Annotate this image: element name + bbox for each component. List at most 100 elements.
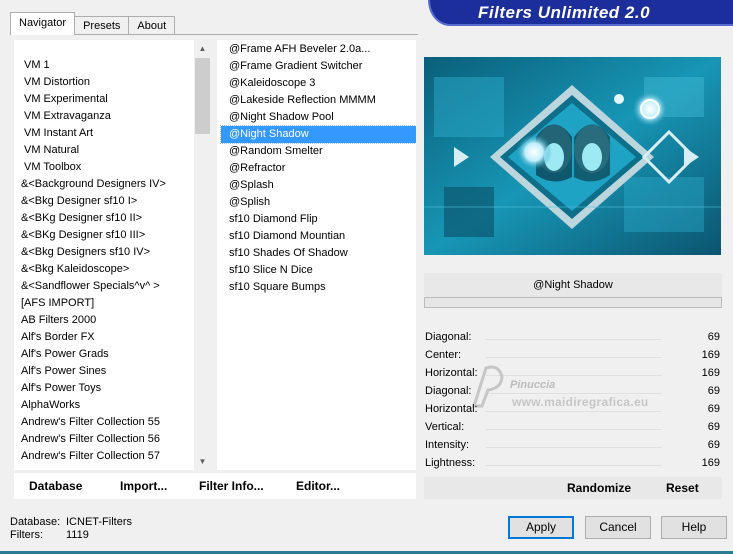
filter-list-item[interactable]: @Refractor — [221, 160, 416, 177]
parameter-row[interactable]: Intensity: 69 — [424, 436, 722, 454]
filter-list-item[interactable]: sf10 Shades Of Shadow — [221, 245, 416, 262]
parameter-name: Horizontal: — [425, 403, 478, 415]
editor-button[interactable]: Editor... — [296, 473, 340, 499]
filter-list-item[interactable]: @Frame AFH Beveler 2.0a... — [221, 41, 416, 58]
category-list-item[interactable]: &<Sandflower Specials^v^ > — [14, 278, 210, 295]
category-list-item[interactable]: &<Bkg Designers sf10 IV> — [14, 244, 210, 261]
filters-count-label: Filters: — [10, 529, 43, 541]
parameter-row[interactable]: Horizontal: 69 — [424, 400, 722, 418]
preview-artwork — [424, 57, 721, 255]
filter-list-item[interactable]: @Night Shadow — [220, 125, 416, 144]
progress-bar — [424, 297, 722, 308]
filter-info-button[interactable]: Filter Info... — [199, 473, 264, 499]
filter-list-item[interactable]: @Lakeside Reflection MMMM — [221, 92, 416, 109]
parameter-slider-track[interactable] — [486, 429, 662, 430]
category-list[interactable]: VM 1 VM Distortion VM Experimental VM Extra… — [14, 40, 210, 470]
apply-button[interactable]: Apply — [508, 516, 574, 539]
parameter-row[interactable]: Vertical: 69 — [424, 418, 722, 436]
filter-list-item[interactable]: @Night Shadow Pool — [221, 109, 416, 126]
parameter-slider-track[interactable] — [486, 375, 662, 376]
parameter-value: 169 — [701, 349, 720, 361]
randomize-reset-bar: Randomize Reset — [424, 477, 722, 499]
category-list-item[interactable]: [AFS IMPORT] — [14, 295, 210, 312]
parameter-row[interactable]: Center: 169 — [424, 346, 722, 364]
category-list-item[interactable]: VM Toolbox — [14, 159, 210, 176]
parameter-value: 169 — [701, 367, 720, 379]
import-button[interactable]: Import... — [120, 473, 167, 499]
database-button[interactable]: Database — [29, 473, 82, 499]
database-label: Database: — [10, 516, 61, 528]
category-list-item[interactable]: &<BKg Designer sf10 III> — [14, 227, 210, 244]
parameter-name: Diagonal: — [425, 331, 472, 343]
parameter-list: Diagonal: 69 Center: 169 Horizontal: 169 Diago… — [424, 328, 722, 472]
scroll-up-arrow-icon[interactable]: ▲ — [194, 40, 211, 57]
filter-preview-image — [424, 57, 721, 255]
category-list-item[interactable]: Alf's Power Grads — [14, 346, 210, 363]
category-list-item[interactable]: Andrew's Filter Collection 55 — [14, 414, 210, 431]
tab-about[interactable]: About — [128, 16, 176, 35]
category-list-item[interactable]: &<Bkg Designer sf10 I> — [14, 193, 210, 210]
category-list-item[interactable]: VM Experimental — [14, 91, 210, 108]
tab-navigator[interactable]: Navigator — [10, 12, 76, 35]
category-list-item[interactable]: Andrew's Filter Collection 57 — [14, 448, 210, 465]
parameter-row[interactable]: Horizontal: 169 — [424, 364, 722, 382]
navigator-button-bar: Database Import... Filter Info... Editor… — [14, 473, 416, 499]
filter-list-item[interactable]: @Splish — [221, 194, 416, 211]
filter-list-item[interactable]: sf10 Slice N Dice — [221, 262, 416, 279]
parameter-value: 69 — [707, 331, 720, 343]
category-list-item[interactable]: Alf's Power Toys — [14, 380, 210, 397]
parameter-name: Vertical: — [425, 421, 465, 433]
parameter-name: Diagonal: — [425, 385, 472, 397]
category-list-item[interactable]: VM Natural — [14, 142, 210, 159]
category-list-item[interactable]: Alf's Border FX — [14, 329, 210, 346]
scroll-down-arrow-icon[interactable]: ▼ — [194, 453, 211, 470]
parameter-slider-track[interactable] — [486, 357, 662, 358]
filter-list[interactable]: @Frame AFH Beveler 2.0a... @Frame Gradien… — [217, 40, 416, 470]
parameter-slider-track[interactable] — [486, 411, 662, 412]
parameter-slider-track[interactable] — [486, 393, 662, 394]
status-footer: Database: ICNET-Filters Filters: 1119 — [10, 516, 132, 542]
randomize-button[interactable]: Randomize — [567, 477, 631, 499]
category-list-item[interactable]: AlphaWorks — [14, 397, 210, 414]
filters-count-value: 1119 — [66, 529, 89, 541]
parameter-slider-track[interactable] — [486, 339, 662, 340]
category-list-item[interactable]: AB Filters 2000 — [14, 312, 210, 329]
filter-list-item[interactable]: @Splash — [221, 177, 416, 194]
category-list-item[interactable]: VM 1 — [14, 57, 210, 74]
filter-list-item[interactable]: @Random Smelter — [221, 143, 416, 160]
current-filter-name: @Night Shadow — [424, 273, 722, 297]
category-list-item[interactable]: VM Instant Art — [14, 125, 210, 142]
filters-unlimited-banner: Filters Unlimited 2.0 — [428, 0, 733, 26]
parameter-value: 69 — [707, 385, 720, 397]
category-list-item[interactable]: Andrew's Filter Collection 56 — [14, 431, 210, 448]
parameter-name: Center: — [425, 349, 462, 361]
category-list-item[interactable]: Alf's Power Sines — [14, 363, 210, 380]
reset-button[interactable]: Reset — [666, 477, 699, 499]
category-list-item[interactable]: VM Extravaganza — [14, 108, 210, 125]
filter-list-item[interactable]: sf10 Square Bumps — [221, 279, 416, 296]
parameter-value: 169 — [701, 457, 720, 469]
parameter-value: 69 — [707, 421, 720, 433]
filter-list-item[interactable]: sf10 Diamond Flip — [221, 211, 416, 228]
parameter-row[interactable]: Lightness: 169 — [424, 454, 722, 472]
scroll-thumb[interactable] — [195, 58, 210, 134]
database-value: ICNET-Filters — [66, 516, 132, 528]
parameter-value: 69 — [707, 439, 720, 451]
help-button[interactable]: Help — [661, 516, 727, 539]
parameter-row[interactable]: Diagonal: 69 — [424, 328, 722, 346]
category-list-item[interactable]: &<Background Designers IV> — [14, 176, 210, 193]
parameter-row[interactable]: Diagonal: 69 — [424, 382, 722, 400]
category-list-item[interactable]: &<Bkg Kaleidoscope> — [14, 261, 210, 278]
filter-list-item[interactable]: sf10 Diamond Mountian — [221, 228, 416, 245]
filter-list-item[interactable]: @Kaleidoscope 3 — [221, 75, 416, 92]
filter-list-item[interactable]: @Frame Gradient Switcher — [221, 58, 416, 75]
tab-presets[interactable]: Presets — [74, 16, 130, 35]
cancel-button[interactable]: Cancel — [585, 516, 651, 539]
parameter-name: Lightness: — [425, 457, 476, 469]
parameter-slider-track[interactable] — [486, 465, 662, 466]
category-scrollbar[interactable]: ▲ ▼ — [194, 40, 211, 470]
parameter-name: Horizontal: — [425, 367, 478, 379]
category-list-item[interactable]: &<BKg Designer sf10 II> — [14, 210, 210, 227]
category-list-item[interactable]: VM Distortion — [14, 74, 210, 91]
parameter-slider-track[interactable] — [486, 447, 662, 448]
